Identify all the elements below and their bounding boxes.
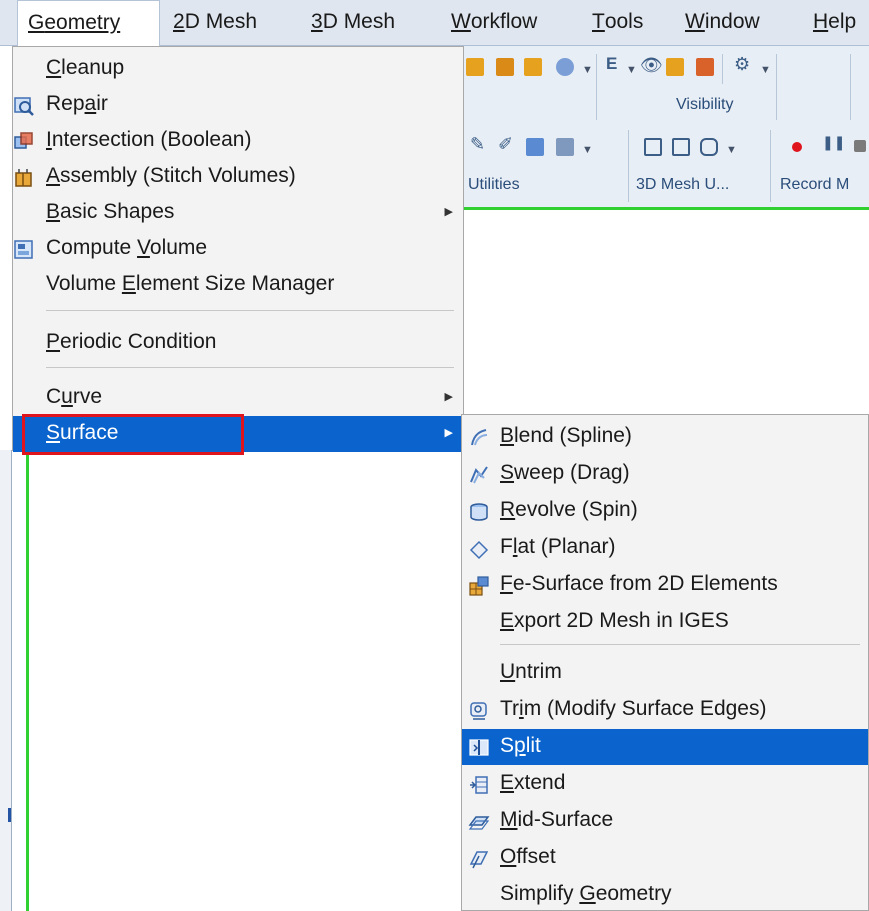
submenu-arrow-icon: ▶ [444,427,453,439]
ribbon-toolbar: ▼ E ▼ 👁 ⚙ ▼ Visibility ✎ ✐ ▼ ▼ ❚❚ Utilit… [460,46,869,210]
menu-item-flat-planar[interactable]: Flat (Planar) [462,530,868,566]
menu-2d-mesh[interactable]: 2D Mesh [173,0,257,46]
submenu-arrow-icon: ▶ [444,391,453,403]
menu-item-compute-volume[interactable]: Compute Volume [13,231,463,267]
window-frame [0,450,12,911]
stop-icon[interactable] [854,140,866,152]
splitter-handle[interactable] [8,808,11,822]
toolbar-tool-icon[interactable] [496,58,514,76]
trim-icon [468,699,490,721]
volume-icon [13,238,35,260]
menu-item-blend-spline[interactable]: Blend (Spline) [462,419,868,455]
offset-icon [468,847,490,869]
menu-window[interactable]: Window [685,0,760,46]
toolbar-separator [850,54,851,120]
menu-item-offset[interactable]: Offset [462,840,868,876]
menu-bar: Geometry 2D Mesh 3D Mesh Workflow Tools … [0,0,869,47]
toolbar-separator [596,54,597,120]
toolbar-dropdown-icon[interactable]: ▼ [760,64,771,76]
toolbar-tool-icon[interactable] [466,58,484,76]
menu-help[interactable]: Help [813,0,856,46]
mesh-box-icon[interactable] [672,138,690,156]
menu-item-intersection-boolean[interactable]: Intersection (Boolean) [13,123,463,159]
toolbar-tool-icon[interactable] [526,138,544,156]
toolbar-separator [628,130,629,202]
menu-workflow[interactable]: Workflow [451,0,537,46]
menu-item-volume-element-size-manager[interactable]: Volume Element Size Manager [13,267,463,303]
eye-icon[interactable]: 👁 [640,55,663,76]
blend-icon [468,426,490,448]
boolean-icon [13,130,35,152]
pencil-icon[interactable]: ✎ [470,134,485,155]
menu-item-revolve-spin[interactable]: Revolve (Spin) [462,493,868,529]
menu-item-curve[interactable]: Curve ▶ [13,380,463,416]
toolbar-separator [776,54,777,120]
viewport-border [26,450,29,911]
submenu-arrow-icon: ▶ [444,206,453,218]
pause-icon[interactable]: ❚❚ [822,134,845,151]
flat-icon [468,537,490,560]
toolbar-dropdown-icon[interactable]: ▼ [582,64,593,76]
menu-item-assembly-stitch-volumes[interactable]: Assembly (Stitch Volumes) [13,159,463,195]
toolbar-dropdown-icon[interactable]: ▼ [582,144,593,156]
toolbar-dropdown-icon[interactable]: ▼ [726,144,737,156]
sweep-icon [468,463,490,485]
stitch-icon [13,166,35,188]
grid-icon[interactable] [556,138,574,156]
menu-item-fe-surface-from-2d-elements[interactable]: Fe-Surface from 2D Elements [462,567,868,603]
menu-item-basic-shapes[interactable]: Basic Shapes ▶ [13,195,463,231]
toolbar-tool-icon[interactable] [666,58,684,76]
group-label-record: Record M [780,176,850,193]
repair-icon [13,94,35,116]
menu-item-sweep-drag[interactable]: Sweep (Drag) [462,456,868,492]
menu-item-mid-surface[interactable]: Mid-Surface [462,803,868,839]
menu-item-simplify-geometry[interactable]: Simplify Geometry [462,877,868,911]
group-label-utilities: Utilities [468,176,520,193]
gear-icon[interactable]: ⚙ [734,54,750,75]
menu-divider [46,367,454,368]
menu-tools[interactable]: Tools [592,0,643,46]
mid-surface-icon [468,810,490,832]
menu-item-cleanup[interactable]: Cleanup [13,51,463,87]
geometry-menu: Cleanup Repair Intersection (Boolean) As… [12,46,464,452]
menu-item-split[interactable]: Split [462,729,868,765]
menu-divider [46,310,454,311]
menu-geometry[interactable]: Geometry [17,0,160,47]
menu-item-extend[interactable]: Extend [462,766,868,802]
toolbar-separator [770,130,771,202]
mesh-box-icon[interactable] [700,138,718,156]
group-label-3d-mesh-utilities: 3D Mesh U... [636,176,730,193]
extend-icon [468,773,490,795]
menu-3d-mesh[interactable]: 3D Mesh [311,0,395,46]
element-type-icon[interactable]: E [606,54,617,74]
fe-surface-icon [468,574,490,596]
toolbar-tool-icon[interactable] [696,58,714,76]
toolbar-tool-icon[interactable] [556,58,574,76]
menu-item-periodic-condition[interactable]: Periodic Condition [13,325,463,361]
menu-item-repair[interactable]: Repair [13,87,463,123]
mesh-box-icon[interactable] [644,138,662,156]
split-icon [468,736,490,758]
toolbar-separator [722,54,723,84]
menu-item-trim-modify-surface-edges[interactable]: Trim (Modify Surface Edges) [462,692,868,728]
menu-item-export-2d-mesh-in-iges[interactable]: Export 2D Mesh in IGES [462,604,868,640]
surface-submenu: Blend (Spline) Sweep (Drag) Revolve (Spi… [461,414,869,911]
revolve-icon [468,500,490,522]
toolbar-dropdown-icon[interactable]: ▼ [626,64,637,76]
record-icon[interactable] [792,142,802,152]
group-label-visibility: Visibility [676,96,734,113]
toolbar-tool-icon[interactable] [524,58,542,76]
menu-item-untrim[interactable]: Untrim [462,655,868,691]
brush-icon[interactable]: ✐ [498,134,513,155]
menu-divider [500,644,860,645]
menu-item-surface[interactable]: Surface ▶ [13,416,463,452]
